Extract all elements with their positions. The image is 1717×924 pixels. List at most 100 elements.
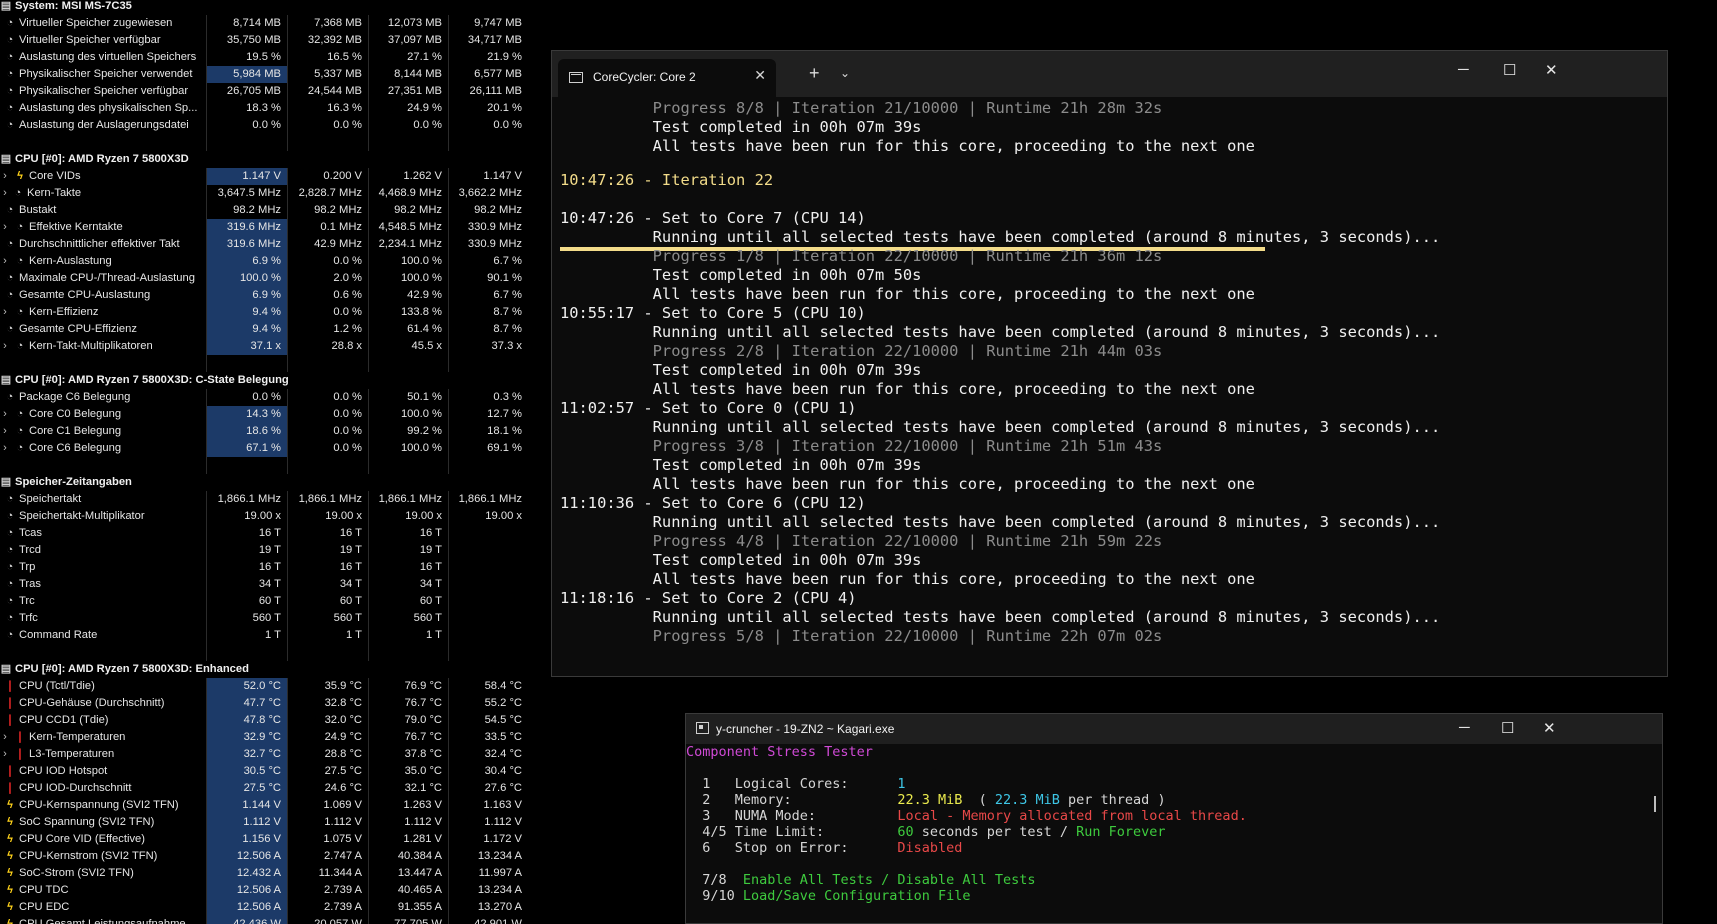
sensor-row[interactable]: ◔ Command Rate 1 T1 T1 T (0, 627, 528, 644)
sensor-row[interactable]: ◔ Tcas 16 T 16 T 16 T (0, 525, 528, 542)
expand-chevron-icon[interactable]: › (0, 253, 10, 270)
sensor-row[interactable]: ❘ CPU CCD1 (Tdie) 47.8 °C 32.0 °C 79.0 °C 54.… (0, 712, 528, 729)
max-value: 4,468.9 MHz (369, 185, 448, 202)
ycruncher-title-bar[interactable]: y-cruncher - 19-ZN2 ~ Kagari.exe ─ ☐ ✕ (686, 714, 1662, 744)
sensor-row[interactable]: ◔ Auslastung des virtuellen Speichers 19.5… (0, 49, 528, 66)
sensor-row[interactable]: ◔ Virtueller Speicher zugewiesen 8,714 MB 7… (0, 15, 528, 32)
expand-chevron-icon[interactable]: › (0, 406, 10, 423)
sensor-row[interactable]: › ϟ Core VIDs 1.147 V 0.200 V 1.262 V 1.147 V (0, 168, 528, 185)
console-text: 60 (897, 824, 914, 840)
maximize-icon[interactable]: ☐ (1503, 61, 1516, 79)
sensor-row[interactable]: ϟ CPU TDC 12.506 A 2.739 A 40.465 A 13.234 A (0, 882, 528, 899)
min-value: 16.5 % (288, 49, 368, 66)
sensor-row[interactable]: ❘ CPU (Tctl/Tdie) 52.0 °C 35.9 °C 76.9 °C 58.… (0, 678, 528, 695)
terminal-output[interactable]: Progress 8/8 | Iteration 21/10000 | Runt… (552, 97, 1667, 676)
console-text: 6 Stop on Error: (686, 840, 898, 856)
sensor-row[interactable]: ◔ Speichertakt 1,866.1 MHz 1,866.1 MHz 1,866… (0, 491, 528, 508)
window-title: y-cruncher - 19-ZN2 ~ Kagari.exe (716, 722, 895, 736)
current-value: 12.432 A (207, 865, 287, 882)
tab-corecycler[interactable]: CoreCycler: Core 2 ✕ (558, 59, 776, 97)
group-title: ▤ System: MSI MS-7C35 (0, 0, 528, 15)
expand-chevron-icon[interactable]: › (0, 423, 10, 440)
expand-chevron-icon[interactable]: › (0, 440, 10, 457)
sensor-row[interactable]: ◔ Trp 16 T 16 T 16 T (0, 559, 528, 576)
sensor-label: Durchschnittlicher effektiver Takt (19, 238, 180, 250)
tab-close-icon[interactable]: ✕ (754, 67, 766, 84)
sensor-row[interactable]: ◔ Gesamte CPU-Effizienz 9.4 % 1.2 % 61.4 % 8.… (0, 321, 528, 338)
expand-chevron-icon[interactable]: › (0, 746, 10, 763)
sensor-row[interactable]: ◔ Trfc 560 T 560 T 560 T (0, 610, 528, 627)
max-value: 560 T (369, 610, 448, 627)
sensor-row[interactable]: ϟ CPU-Kernspannung (SVI2 TFN) 1.144 V 1.069… (0, 797, 528, 814)
sensor-row[interactable]: › ◔ Kern-Takte 3,647.5 MHz 2,828.7 MHz 4,468.… (0, 185, 528, 202)
sensor-row[interactable]: › ◔ Core C0 Belegung 14.3 % 0.0 % 100.0 % 12.7… (0, 406, 528, 423)
sensor-name: ◔ Virtueller Speicher verfügbar (0, 32, 206, 49)
avg-value (449, 610, 528, 627)
sensor-row[interactable]: ◔ Speichertakt-Multiplikator 19.00 x 19.00 … (0, 508, 528, 525)
sensor-label: CPU [#0]: AMD Ryzen 7 5800X3D (15, 153, 189, 165)
minimize-icon[interactable]: ─ (1459, 719, 1470, 736)
minimize-icon[interactable]: ─ (1458, 61, 1469, 78)
expand-chevron-icon[interactable]: › (0, 185, 10, 202)
sensor-row[interactable]: ϟ CPU Core VID (Effective) 1.156 V 1.075 V1… (0, 831, 528, 848)
sensor-group-header[interactable]: ▤ System: MSI MS-7C35 (0, 0, 528, 15)
sensor-row[interactable]: ϟ CPU-Kernstrom (SVI2 TFN) 12.506 A 2.747 A… (0, 848, 528, 865)
expand-chevron-icon[interactable]: › (0, 338, 10, 355)
sensor-row[interactable]: ◔ Physikalischer Speicher verwendet 5,984 … (0, 66, 528, 83)
sensor-row[interactable]: › ❘ L3-Temperaturen 32.7 °C 28.8 °C 37.8 °C 32… (0, 746, 528, 763)
new-tab-plus-icon[interactable]: + (809, 63, 820, 84)
sensor-row[interactable]: › ◔ Effektive Kerntakte 319.6 MHz 0.1 MHz 4,5… (0, 219, 528, 236)
expand-chevron-icon[interactable]: › (0, 168, 10, 185)
min-value: 34 T (288, 576, 368, 593)
close-window-icon[interactable]: ✕ (1543, 719, 1556, 737)
sensor-row[interactable]: › ❘ Kern-Temperaturen 32.9 °C 24.9 °C 76.7 °C… (0, 729, 528, 746)
sensor-row[interactable]: ❘ CPU IOD Hotspot 30.5 °C 27.5 °C 35.0 °C 30.… (0, 763, 528, 780)
terminal-line: All tests have been run for this core, p… (560, 380, 1255, 398)
console-text: 22.3 MiB (897, 792, 963, 808)
sensor-row[interactable]: ◔ Trcd 19 T 19 T 19 T (0, 542, 528, 559)
sensor-row[interactable]: ϟ SoC Spannung (SVI2 TFN) 1.112 V 1.112 V 1.… (0, 814, 528, 831)
expand-chevron-icon[interactable]: › (0, 304, 10, 321)
sensor-row[interactable]: ◔ Package C6 Belegung 0.0 % 0.0 % 50.1 % 0.3 … (0, 389, 528, 406)
sensor-row[interactable]: ◔ Virtueller Speicher verfügbar 35,750 MB 3… (0, 32, 528, 49)
sensor-row[interactable]: ϟ SoC-Strom (SVI2 TFN) 12.432 A 11.344 A 13.… (0, 865, 528, 882)
sensor-row[interactable]: ◔ Bustakt 98.2 MHz 98.2 MHz 98.2 MHz 98.2 MHz (0, 202, 528, 219)
sensor-row[interactable]: ◔ Durchschnittlicher effektiver Takt 319.6… (0, 236, 528, 253)
sensor-row[interactable]: ❘ CPU-Gehäuse (Durchschnitt) 47.7 °C 32.8 °… (0, 695, 528, 712)
sensor-row[interactable]: ◔ Physikalischer Speicher verfügbar 26,705… (0, 83, 528, 100)
sensor-row[interactable]: › ◔ Core C6 Belegung 67.1 % 0.0 % 100.0 % 69.1… (0, 440, 528, 457)
sensor-group-header[interactable]: ▤ CPU [#0]: AMD Ryzen 7 5800X3D (0, 151, 528, 168)
current-value: 6.9 % (207, 287, 287, 304)
sensor-row[interactable]: › ◔ Kern-Effizienz 9.4 % 0.0 % 133.8 % 8.7 % (0, 304, 528, 321)
sensor-row[interactable]: ◔ Tras 34 T 34 T 34 T (0, 576, 528, 593)
current-value: 27.5 °C (207, 780, 287, 797)
ycruncher-console[interactable]: Component Stress Tester 1 Logical Cores:… (686, 744, 1662, 923)
current-value: 1 T (207, 627, 287, 644)
sensor-row[interactable]: ◔ Maximale CPU-/Thread-Auslastung 100.0 % 2… (0, 270, 528, 287)
sensor-group-header[interactable]: ▤ Speicher-Zeitangaben (0, 474, 528, 491)
sensor-group-header[interactable]: ▤ CPU [#0]: AMD Ryzen 7 5800X3D: Enhanced (0, 661, 528, 678)
expand-chevron-icon[interactable]: › (0, 729, 10, 746)
sensor-group-header[interactable]: ▤ CPU [#0]: AMD Ryzen 7 5800X3D: C-State … (0, 372, 528, 389)
tab-dropdown-chevron-icon[interactable]: ⌄ (840, 66, 850, 80)
sensor-label: CPU (Tctl/Tdie) (19, 680, 95, 692)
scrollbar-thumb[interactable] (1654, 796, 1656, 812)
sensor-row[interactable]: › ◔ Core C1 Belegung 18.6 % 0.0 % 99.2 % 18.1 … (0, 423, 528, 440)
sensor-name: ◔ Auslastung der Auslagerungsdatei (0, 117, 206, 134)
sensor-row[interactable]: ❘ CPU IOD-Durchschnitt 27.5 °C 24.6 °C 32.1 … (0, 780, 528, 797)
maximize-icon[interactable]: ☐ (1501, 719, 1514, 737)
current-value: 60 T (207, 593, 287, 610)
sensor-row[interactable]: ◔ Auslastung des physikalischen Sp... 18.3… (0, 100, 528, 117)
gauge-icon: ◔ (6, 238, 14, 250)
sensor-row[interactable]: ◔ Trc 60 T 60 T 60 T (0, 593, 528, 610)
avg-value: 12.7 % (449, 406, 528, 423)
sensor-row[interactable]: ϟ CPU EDC 12.506 A 2.739 A 91.355 A 13.270 A (0, 899, 528, 916)
sensor-row[interactable]: › ◔ Kern-Auslastung 6.9 % 0.0 % 100.0 % 6.7 % (0, 253, 528, 270)
close-window-icon[interactable]: ✕ (1545, 61, 1558, 79)
expand-chevron-icon[interactable]: › (0, 219, 10, 236)
sensor-row[interactable]: ϟ CPU Gesamt Leistungsaufnahme 42.436 W 20.… (0, 916, 528, 924)
sensor-row[interactable]: ◔ Auslastung der Auslagerungsdatei 0.0 % 0.… (0, 117, 528, 134)
console-text: 1 Logical Cores: (686, 776, 898, 792)
sensor-row[interactable]: › ◔ Kern-Takt-Multiplikatoren 37.1 x 28.8 x4… (0, 338, 528, 355)
sensor-row[interactable]: ◔ Gesamte CPU-Auslastung 6.9 % 0.6 % 42.9 % 6… (0, 287, 528, 304)
